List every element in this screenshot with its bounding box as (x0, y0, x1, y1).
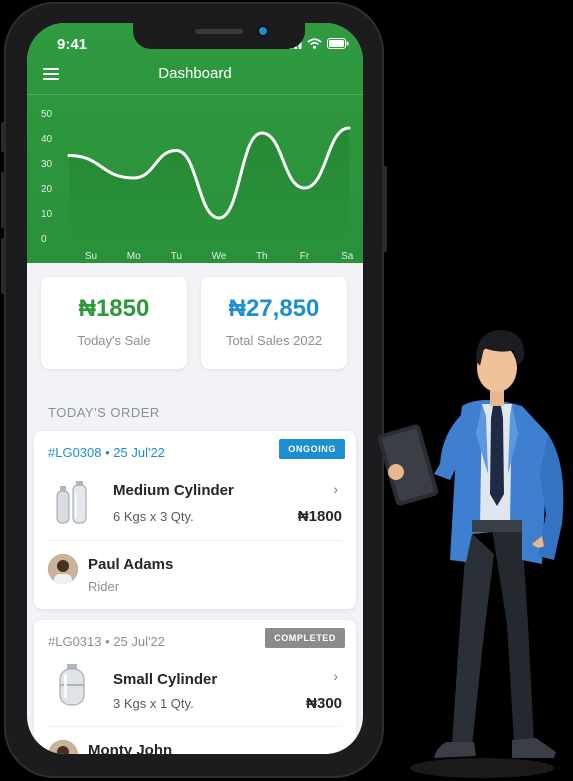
x-tick-label: Th (256, 251, 268, 262)
order-card[interactable]: #LG0308 • 25 Jul'22 ONGOING Medium Cylin… (34, 431, 356, 609)
page-title: Dashboard (158, 65, 232, 82)
x-tick-label: Fr (300, 251, 310, 262)
gas-cylinder-icon (59, 664, 85, 706)
avatar (48, 740, 78, 754)
divider (48, 540, 342, 541)
volume-down-button (1, 238, 5, 294)
volume-up-button (1, 172, 5, 228)
stat-cards: ₦1850 Today's Sale ₦27,850 Total Sales 2… (41, 277, 349, 369)
section-title: TODAY'S ORDER (48, 405, 160, 420)
y-tick-label: 40 (41, 134, 53, 145)
product-quantity: 3 Kgs x 1 Qty. (113, 696, 194, 711)
total-sales-value: ₦27,850 (228, 295, 320, 322)
today-sale-card[interactable]: ₦1850 Today's Sale (41, 277, 187, 369)
y-tick-label: 20 (41, 184, 53, 195)
total-sales-label: Total Sales 2022 (225, 333, 323, 348)
chevron-right-icon[interactable]: › (333, 668, 338, 684)
phone-screen: 9:41 Dashboard 0 10 20 30 40 50 Su Mo Tu… (27, 23, 363, 754)
dashboard-header: 9:41 Dashboard 0 10 20 30 40 50 Su Mo Tu… (27, 23, 363, 263)
order-id: #LG0308 • 25 Jul'22 (48, 445, 165, 460)
camera (259, 27, 267, 35)
product-name: Medium Cylinder (113, 482, 234, 499)
product-quantity: 6 Kgs x 3 Qty. (113, 509, 194, 524)
y-tick-label: 30 (41, 159, 53, 170)
gas-cylinder-icon (56, 481, 87, 524)
today-sale-label: Today's Sale (77, 333, 151, 348)
x-tick-label: Sa (341, 251, 354, 262)
y-tick-label: 0 (41, 234, 47, 245)
x-tick-label: Mo (127, 251, 141, 262)
status-time: 9:41 (57, 36, 88, 53)
battery-icon (327, 38, 349, 49)
rider-role: Rider (88, 579, 120, 594)
x-tick-label: Tu (171, 251, 182, 262)
sales-line-chart: 0 10 20 30 40 50 Su Mo Tu We Th Fr Sa (41, 109, 354, 262)
chevron-right-icon[interactable]: › (333, 481, 338, 497)
chart-area (69, 128, 349, 238)
rider-name: Monty John (88, 742, 173, 754)
power-button (383, 166, 387, 252)
product-price: ₦1800 (297, 508, 342, 525)
y-tick-label: 50 (41, 109, 53, 120)
x-tick-label: Su (85, 251, 97, 262)
x-tick-label: We (212, 251, 227, 262)
phone-frame: 9:41 Dashboard 0 10 20 30 40 50 Su Mo Tu… (1, 2, 387, 778)
status-badge: COMPLETED (265, 628, 345, 648)
avatar (48, 554, 78, 584)
status-badge: ONGOING (279, 439, 345, 459)
notch (133, 23, 305, 49)
today-sale-value: ₦1850 (78, 295, 150, 322)
wifi-icon (307, 38, 322, 49)
avatar-person-icon (48, 554, 78, 584)
mute-switch (1, 122, 5, 152)
product-name: Small Cylinder (113, 671, 218, 688)
businessman-illustration (377, 330, 564, 778)
divider (48, 726, 342, 727)
rider-name: Paul Adams (88, 556, 174, 573)
speaker (195, 29, 243, 34)
order-card[interactable]: #LG0313 • 25 Jul'22 COMPLETED Small Cyli… (34, 620, 356, 754)
product-price: ₦300 (306, 695, 342, 712)
order-id: #LG0313 • 25 Jul'22 (48, 634, 165, 649)
total-sales-card[interactable]: ₦27,850 Total Sales 2022 (201, 277, 347, 369)
appbar-divider (27, 94, 363, 95)
avatar-person-icon (48, 740, 78, 754)
y-tick-label: 10 (41, 209, 53, 220)
